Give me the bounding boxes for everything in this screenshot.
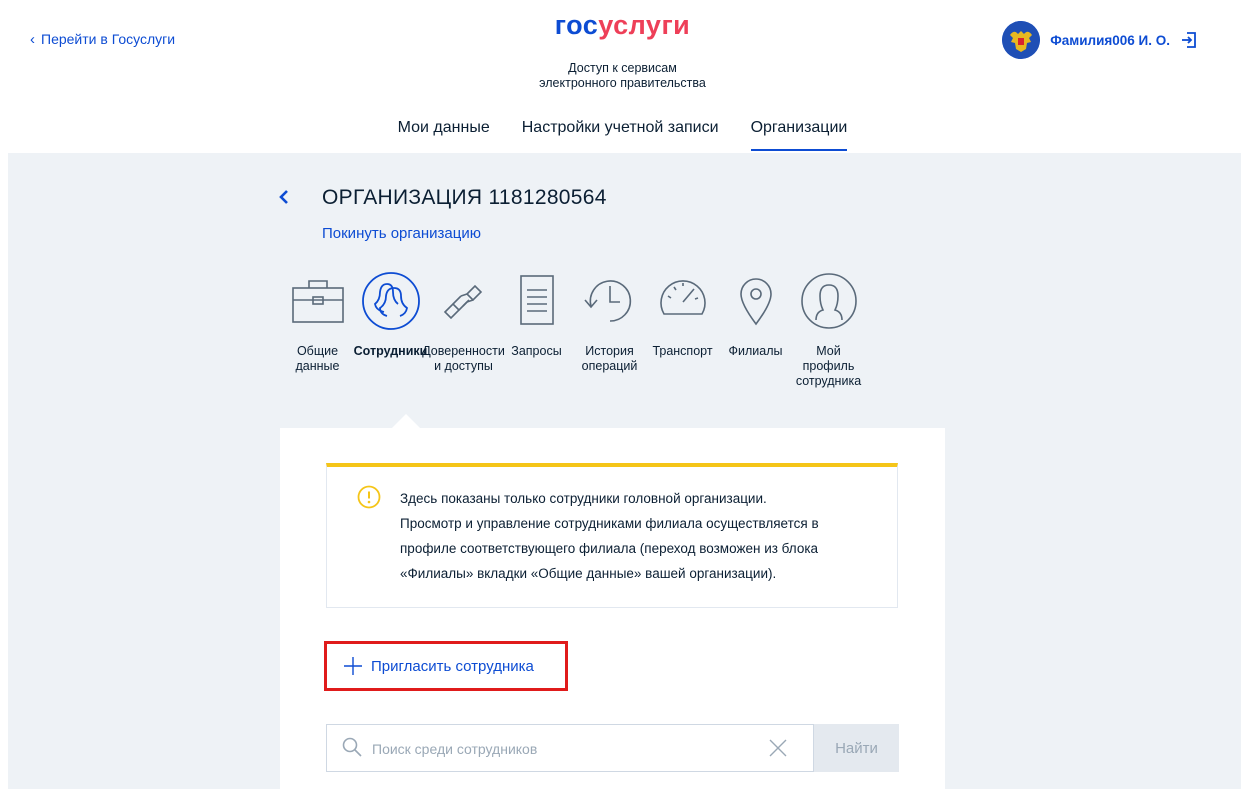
section-label: История операций (581, 344, 638, 373)
section-label: Мой профиль сотрудника (795, 344, 862, 388)
document-icon (519, 275, 554, 325)
tab-organizations[interactable]: Организации (750, 119, 848, 151)
section-my-employee-profile[interactable]: Мой профиль сотрудника (792, 270, 865, 389)
coat-of-arms-icon (1002, 21, 1041, 59)
section-requests[interactable]: Запросы (500, 270, 573, 389)
top-navigation: Мои данные Настройки учетной записи Орга… (0, 119, 1245, 151)
section-transport[interactable]: Транспорт (646, 270, 719, 389)
briefcase-icon (291, 280, 344, 323)
section-general-data[interactable]: Общие данные (281, 270, 354, 389)
logout-icon[interactable] (1180, 31, 1198, 49)
warning-icon (357, 485, 381, 509)
invite-employee-label: Пригласить сотрудника (371, 657, 534, 675)
history-icon (583, 280, 631, 322)
profile-icon (800, 273, 857, 329)
section-employees[interactable]: Сотрудники (354, 270, 427, 389)
leave-organization-link[interactable]: Покинуть организацию (322, 225, 481, 242)
user-name: Фамилия006 И. О. (1050, 32, 1170, 48)
invite-employee-button[interactable]: Пригласить сотрудника (343, 656, 534, 676)
close-icon[interactable] (768, 738, 788, 758)
section-label: Транспорт (652, 344, 713, 358)
user-menu[interactable]: Фамилия006 И. О. (1002, 21, 1198, 59)
section-branches[interactable]: Филиалы (719, 270, 792, 389)
section-label: Сотрудники (353, 344, 428, 358)
header-subtitle: Доступ к сервисам электронного правитель… (539, 61, 706, 90)
find-button[interactable]: Найти (814, 724, 899, 772)
organization-sections: Общие данные Сотрудники Доверенности и д… (281, 270, 865, 389)
search-input[interactable] (370, 736, 754, 762)
speedometer-icon (659, 280, 706, 315)
notice-text: Здесь показаны только сотрудники головно… (400, 491, 819, 581)
section-label: Филиалы (728, 344, 783, 358)
back-arrow-icon[interactable] (277, 187, 291, 207)
section-label: Доверенности и доступы (422, 344, 505, 373)
plus-icon (344, 657, 362, 675)
employees-icon (361, 272, 420, 330)
page-title: ОРГАНИЗАЦИЯ 1181280564 (322, 186, 607, 209)
tab-my-data[interactable]: Мои данные (398, 119, 490, 151)
active-section-pointer (391, 414, 421, 429)
search-icon (342, 737, 362, 757)
section-powers-of-attorney[interactable]: Доверенности и доступы (422, 270, 505, 389)
section-history[interactable]: История операций (573, 270, 646, 389)
tab-account-settings[interactable]: Настройки учетной записи (522, 119, 719, 151)
chain-link-icon (443, 284, 482, 320)
section-label: Запросы (511, 344, 562, 358)
location-pin-icon (739, 278, 772, 326)
section-label: Общие данные (295, 344, 340, 373)
